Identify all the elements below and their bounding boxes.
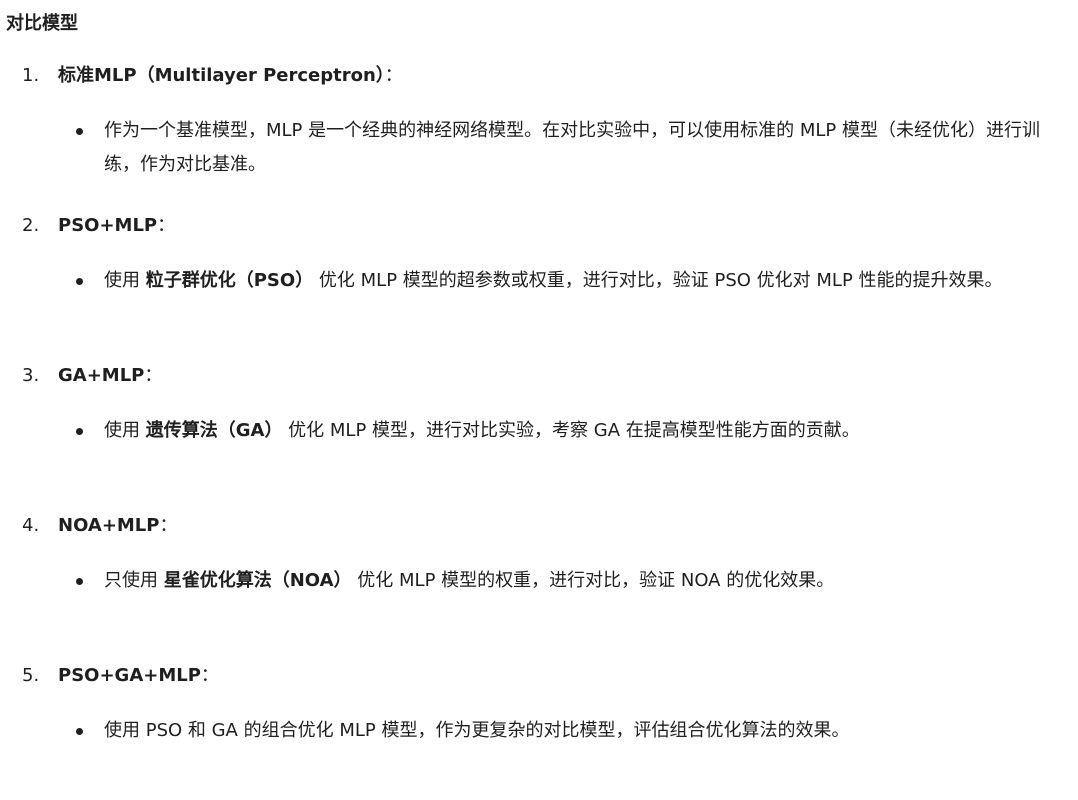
section-heading: 对比模型 <box>6 13 78 34</box>
item-colon: ： <box>157 215 176 236</box>
bullet-pre: 使用 <box>104 270 146 291</box>
bullet-text: 只使用 星雀优化算法（NOA） 优化 MLP 模型的权重，进行对比，验证 NOA… <box>104 564 1054 598</box>
item-heading: 1. 标准MLP（Multilayer Perceptron）： <box>22 62 403 90</box>
bullet-dot-icon <box>76 578 83 585</box>
item-title: GA+MLP <box>58 365 145 386</box>
item-heading: 2. PSO+MLP： <box>22 212 175 240</box>
bullet-bold: 遗传算法（GA） <box>145 420 283 441</box>
item-number: 2. <box>22 215 40 236</box>
document-page: 对比模型 1. 标准MLP（Multilayer Perceptron）： 作为一… <box>0 0 1078 800</box>
bullet-bold: 粒子群优化（PSO） <box>145 270 314 291</box>
item-number: 1. <box>22 65 40 86</box>
item-colon: ： <box>384 65 403 86</box>
bullet-pre: 作为一个基准模型，MLP 是一个经典的神经网络模型。在对比实验中，可以使用标准的… <box>104 120 1040 175</box>
bullet-post: 优化 MLP 模型的超参数或权重，进行对比，验证 PSO 优化对 MLP 性能的… <box>313 270 1003 291</box>
item-heading: 4. NOA+MLP： <box>22 512 177 540</box>
bullet-pre: 只使用 <box>104 570 164 591</box>
item-heading: 5. PSO+GA+MLP： <box>22 662 219 690</box>
bullet-dot-icon <box>76 428 83 435</box>
item-heading: 3. GA+MLP： <box>22 362 162 390</box>
bullet-dot-icon <box>76 278 83 285</box>
bullet-dot-icon <box>76 728 83 735</box>
bullet-post: 优化 MLP 模型的权重，进行对比，验证 NOA 的优化效果。 <box>351 570 835 591</box>
bullet-bold: 星雀优化算法（NOA） <box>163 570 352 591</box>
item-number: 5. <box>22 665 40 686</box>
item-number: 3. <box>22 365 40 386</box>
bullet-pre: 使用 <box>104 420 146 441</box>
bullet-dot-icon <box>76 128 83 135</box>
bullet-post: 优化 MLP 模型，进行对比实验，考察 GA 在提高模型性能方面的贡献。 <box>282 420 860 441</box>
bullet-text: 使用 遗传算法（GA） 优化 MLP 模型，进行对比实验，考察 GA 在提高模型… <box>104 414 1054 448</box>
item-title: PSO+GA+MLP <box>58 665 201 686</box>
bullet-pre: 使用 PSO 和 GA 的组合优化 MLP 模型，作为更复杂的对比模型，评估组合… <box>104 720 850 741</box>
item-title: NOA+MLP <box>58 515 160 536</box>
item-title: PSO+MLP <box>58 215 158 236</box>
item-colon: ： <box>144 365 163 386</box>
bullet-text: 使用 PSO 和 GA 的组合优化 MLP 模型，作为更复杂的对比模型，评估组合… <box>104 714 1054 748</box>
item-number: 4. <box>22 515 40 536</box>
bullet-text: 使用 粒子群优化（PSO） 优化 MLP 模型的超参数或权重，进行对比，验证 P… <box>104 264 1054 298</box>
item-colon: ： <box>159 515 178 536</box>
item-title: 标准MLP（Multilayer Perceptron） <box>58 65 385 86</box>
item-colon: ： <box>200 665 219 686</box>
bullet-text: 作为一个基准模型，MLP 是一个经典的神经网络模型。在对比实验中，可以使用标准的… <box>104 114 1054 182</box>
